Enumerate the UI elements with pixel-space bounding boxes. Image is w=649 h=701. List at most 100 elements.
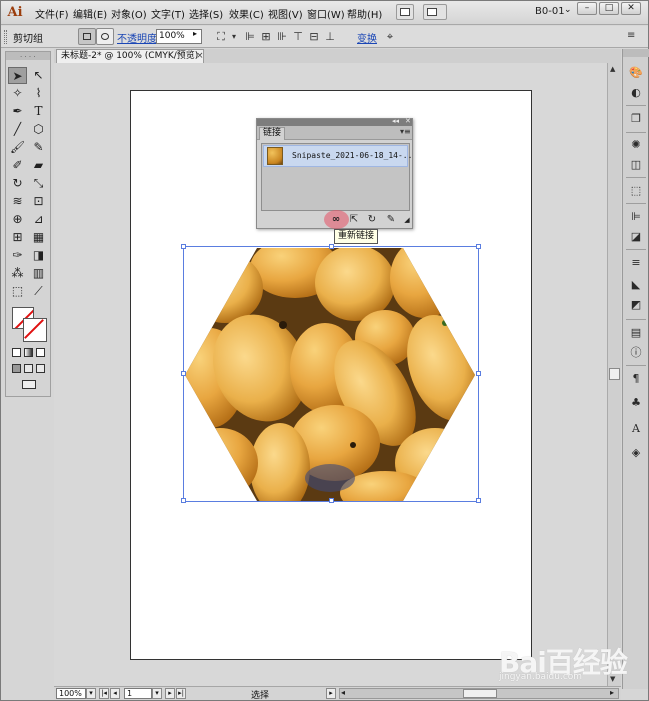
chevron-right-icon[interactable]: ▸ bbox=[193, 29, 197, 38]
bridge-icon[interactable] bbox=[396, 4, 414, 20]
gradient-mode-button[interactable] bbox=[24, 348, 33, 357]
close-button[interactable]: ✕ bbox=[621, 2, 641, 15]
eyedropper-tool-icon[interactable]: ✑ bbox=[8, 247, 27, 264]
symbol-sprayer-tool-icon[interactable]: ⁂ bbox=[8, 265, 27, 282]
resize-handle-bottom-right[interactable] bbox=[476, 498, 481, 503]
tab-links[interactable]: 链接 bbox=[259, 127, 285, 140]
zoom-field[interactable]: 100% bbox=[56, 688, 86, 699]
align-panel-icon[interactable]: ⊫ bbox=[628, 209, 644, 225]
mesh-tool-icon[interactable]: ⊞ bbox=[8, 229, 27, 246]
info-panel-icon[interactable]: ⓘ bbox=[628, 345, 644, 361]
paragraph-panel-icon[interactable]: ¶ bbox=[628, 371, 644, 387]
rectangle-tool-icon[interactable]: ⬡ bbox=[29, 121, 48, 138]
menu-window[interactable]: 窗口(W) bbox=[307, 6, 345, 21]
horizontal-scrollbar[interactable]: ◂ ▸ bbox=[339, 688, 619, 699]
recolor-icon[interactable]: ⛶ bbox=[214, 30, 228, 44]
dock-grip[interactable] bbox=[623, 49, 649, 57]
tools-panel-header[interactable]: · · · · bbox=[6, 52, 50, 61]
prev-artboard-icon[interactable]: ◂ bbox=[110, 688, 120, 699]
opacity-link[interactable]: 不透明度: bbox=[117, 30, 160, 45]
none-mode-button[interactable] bbox=[36, 348, 45, 357]
stroke-panel-icon[interactable]: ≡ bbox=[628, 255, 644, 271]
isolate-icon[interactable]: ⌖ bbox=[383, 30, 397, 44]
update-link-icon[interactable]: ↻ bbox=[365, 213, 379, 227]
resize-handle-left[interactable] bbox=[181, 371, 186, 376]
vertical-scrollbar[interactable]: ▲ ▼ bbox=[607, 63, 621, 686]
paintbrush-tool-icon[interactable]: 🖌 bbox=[8, 139, 27, 156]
brushes-panel-icon[interactable]: ✺ bbox=[628, 137, 644, 153]
chevron-down-icon[interactable]: ▾ bbox=[227, 30, 241, 44]
artboard-dropdown-icon[interactable]: ▾ bbox=[152, 688, 162, 699]
warp-tool-icon[interactable]: ≋ bbox=[8, 193, 27, 210]
color-panel-icon[interactable]: 🎨 bbox=[628, 65, 644, 81]
panel-menu-icon[interactable]: ≡ bbox=[627, 30, 635, 41]
eraser-tool-icon[interactable]: ▰ bbox=[29, 157, 48, 174]
symbols-panel-icon[interactable]: ◫ bbox=[628, 157, 644, 173]
selection-bounding-box[interactable] bbox=[183, 246, 479, 502]
scroll-up-icon[interactable]: ▲ bbox=[610, 65, 615, 73]
scroll-right-icon[interactable]: ▸ bbox=[610, 688, 614, 697]
artboard-number-field[interactable]: 1 bbox=[124, 688, 152, 699]
character-panel-icon[interactable]: ♣ bbox=[628, 395, 644, 411]
gradient-tool-icon[interactable]: ▦ bbox=[29, 229, 48, 246]
zoom-dropdown-icon[interactable]: ▾ bbox=[86, 688, 96, 699]
pencil-tool-icon[interactable]: ✎ bbox=[29, 139, 48, 156]
align-middle-icon[interactable]: ⊟ bbox=[307, 30, 321, 44]
resize-grip-icon[interactable]: ◢ bbox=[400, 213, 414, 227]
blob-brush-tool-icon[interactable]: ✐ bbox=[8, 157, 27, 174]
rotate-tool-icon[interactable]: ↻ bbox=[8, 175, 27, 192]
link-row[interactable]: Snipaste_2021-06-18_14-.. bbox=[263, 145, 412, 167]
menu-view[interactable]: 视图(V) bbox=[268, 6, 303, 21]
screen-mode-button[interactable] bbox=[22, 380, 36, 389]
arrange-documents-icon[interactable] bbox=[423, 4, 447, 20]
free-transform-tool-icon[interactable]: ⊡ bbox=[29, 193, 48, 210]
minimize-button[interactable]: – bbox=[577, 2, 597, 15]
resize-handle-right[interactable] bbox=[476, 371, 481, 376]
relink-icon[interactable]: ∞ bbox=[329, 213, 343, 227]
workspace-switcher[interactable]: B0-01 bbox=[535, 6, 565, 17]
line-tool-icon[interactable]: ╱ bbox=[8, 121, 27, 138]
artboard-tool-icon[interactable]: ⬚ bbox=[8, 283, 27, 300]
go-to-link-icon[interactable]: ⇱ bbox=[347, 213, 361, 227]
resize-handle-bottom[interactable] bbox=[329, 498, 334, 503]
resize-handle-top-right[interactable] bbox=[476, 244, 481, 249]
edit-original-icon[interactable]: ✎ bbox=[384, 213, 398, 227]
pen-tool-icon[interactable]: ✒ bbox=[8, 103, 27, 120]
resize-handle-top-left[interactable] bbox=[181, 244, 186, 249]
horizontal-scroll-thumb[interactable] bbox=[463, 689, 497, 698]
align-top-icon[interactable]: ⊤ bbox=[291, 30, 305, 44]
resize-handle-bottom-left[interactable] bbox=[181, 498, 186, 503]
edit-clipping-path-button[interactable] bbox=[78, 28, 96, 45]
pathfinder-panel-icon[interactable]: ◪ bbox=[628, 229, 644, 245]
document-tab[interactable]: 未标题-2* @ 100% (CMYK/预览) × bbox=[56, 49, 204, 63]
glyphs-panel-icon[interactable]: A bbox=[628, 421, 644, 437]
draw-inside-button[interactable] bbox=[36, 364, 45, 373]
next-artboard-icon[interactable]: ▸ bbox=[165, 688, 175, 699]
shape-builder-tool-icon[interactable]: ⊕ bbox=[8, 211, 27, 228]
lasso-tool-icon[interactable]: ⌇ bbox=[29, 85, 48, 102]
last-artboard-icon[interactable]: ▸| bbox=[176, 688, 186, 699]
draw-behind-button[interactable] bbox=[24, 364, 33, 373]
scale-tool-icon[interactable]: ⤡ bbox=[29, 175, 48, 192]
column-graph-tool-icon[interactable]: ▥ bbox=[29, 265, 48, 282]
vertical-scroll-thumb[interactable] bbox=[609, 368, 620, 380]
blend-tool-icon[interactable]: ◨ bbox=[29, 247, 48, 264]
menu-effect[interactable]: 效果(C) bbox=[229, 6, 264, 21]
align-bottom-icon[interactable]: ⊥ bbox=[323, 30, 337, 44]
links-list[interactable]: Snipaste_2021-06-18_14-.. bbox=[261, 143, 412, 211]
transform-link[interactable]: 变换 bbox=[357, 30, 377, 45]
edit-contents-button[interactable] bbox=[96, 28, 114, 45]
menu-select[interactable]: 选择(S) bbox=[189, 6, 223, 21]
stroke-swatch[interactable] bbox=[23, 318, 47, 342]
color-mode-button[interactable] bbox=[12, 348, 21, 357]
menu-edit[interactable]: 编辑(E) bbox=[73, 6, 107, 21]
menu-help[interactable]: 帮助(H) bbox=[347, 6, 382, 21]
type-tool-icon[interactable]: T bbox=[29, 103, 48, 120]
gradient-panel-icon[interactable]: ◣ bbox=[628, 277, 644, 293]
resize-handle-top[interactable] bbox=[329, 244, 334, 249]
close-icon[interactable]: × bbox=[196, 50, 204, 62]
align-center-icon[interactable]: ⊞ bbox=[259, 30, 273, 44]
menu-type[interactable]: 文字(T) bbox=[151, 6, 185, 21]
color-guide-icon[interactable]: ◐ bbox=[628, 85, 644, 101]
chevron-down-icon[interactable]: ⌄ bbox=[564, 5, 572, 15]
